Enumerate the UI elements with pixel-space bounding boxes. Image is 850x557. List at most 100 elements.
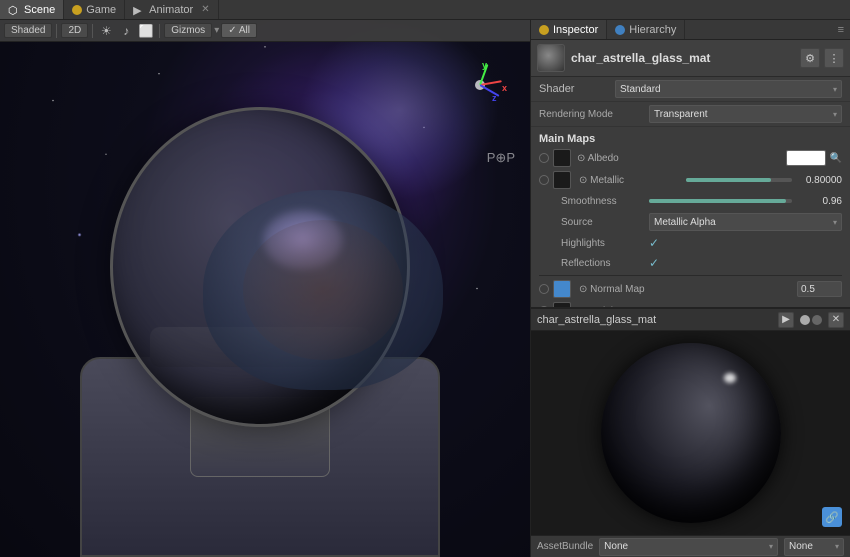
sun-icon[interactable]: ☀	[97, 22, 115, 40]
2d-btn[interactable]: 2D	[61, 23, 88, 38]
metallic-fill	[686, 178, 771, 182]
viewport-toolbar: Shaded 2D ☀ ♪ ⬜ Gizmos ▾ ✓ All	[0, 20, 530, 42]
material-sphere	[601, 343, 781, 523]
albedo-texture[interactable]	[553, 149, 571, 167]
highlights-check[interactable]: ✓	[649, 236, 659, 250]
smoothness-label: Smoothness	[539, 196, 649, 207]
source-dropdown[interactable]: Metallic Alpha ▾	[649, 213, 842, 231]
highlights-label: Highlights	[539, 238, 649, 249]
albedo-circle	[539, 153, 549, 163]
hierarchy-tab-label: Hierarchy	[629, 24, 676, 36]
display-icon[interactable]: ⬜	[137, 22, 155, 40]
shading-btn[interactable]: Shaded	[4, 23, 52, 38]
settings-btn[interactable]: ⚙	[800, 48, 820, 68]
inspector-icon	[539, 25, 549, 35]
toolbar-sep3	[159, 24, 160, 38]
scene-tab[interactable]: ⬡ Scene	[0, 0, 64, 19]
link-icon[interactable]: 🔗	[822, 507, 842, 527]
panel-tabs: Inspector Hierarchy ≡	[531, 20, 850, 40]
albedo-color-swatch[interactable]	[786, 150, 826, 166]
asset-bundle-none-2: None	[789, 541, 813, 552]
normal-map-texture[interactable]	[553, 280, 571, 298]
asset-bundle-row: AssetBundle None ▾ None ▾	[531, 535, 850, 557]
astronaut	[50, 77, 470, 557]
viewport[interactable]: Shaded 2D ☀ ♪ ⬜ Gizmos ▾ ✓ All x y z	[0, 20, 530, 557]
metallic-slider[interactable]	[686, 178, 793, 182]
source-value: Metallic Alpha	[654, 217, 716, 228]
source-arrow: ▾	[833, 218, 837, 227]
gizmos-btn[interactable]: Gizmos	[164, 23, 212, 38]
metallic-row: ⊙ Metallic 0.80000	[539, 169, 842, 191]
smoothness-slider[interactable]	[649, 199, 792, 203]
smoothness-fill	[649, 199, 786, 203]
pp-label: P⊕P	[487, 150, 515, 166]
rendering-mode-value: Transparent	[654, 109, 708, 120]
transform-gizmo[interactable]: x y z	[450, 55, 510, 115]
metallic-texture[interactable]	[553, 171, 571, 189]
inspector-content[interactable]: char_astrella_glass_mat ⚙ ⋮ Shader Stand…	[531, 40, 850, 307]
shader-arrow: ▾	[833, 85, 837, 94]
material-thumbnail	[537, 44, 565, 72]
face-shadow	[243, 220, 403, 360]
component-header: char_astrella_glass_mat ⚙ ⋮	[531, 40, 850, 77]
helmet	[110, 107, 410, 427]
shader-row: Shader Standard ▾	[531, 77, 850, 102]
normal-circle	[539, 284, 549, 294]
smoothness-row: Smoothness 0.96	[539, 191, 842, 211]
rendering-mode-arrow: ▾	[833, 110, 837, 119]
inspector-tab-label: Inspector	[553, 24, 598, 36]
rendering-mode-row: Rendering Mode Transparent ▾	[531, 102, 850, 127]
game-tab[interactable]: Game	[64, 0, 125, 19]
preview-area: char_astrella_glass_mat ▶ ✕ 🔗 AssetBundl…	[531, 307, 850, 557]
preview-canvas[interactable]: 🔗	[531, 331, 850, 535]
metallic-value: 0.80000	[792, 175, 842, 186]
albedo-label: ⊙ Albedo	[575, 153, 786, 164]
scene-tab-label: Scene	[24, 4, 55, 16]
animator-close[interactable]: ✕	[201, 4, 209, 15]
rendering-mode-label: Rendering Mode	[539, 109, 649, 120]
asset-bundle-dropdown-2[interactable]: None ▾	[784, 538, 844, 556]
normal-map-label: ⊙ Normal Map	[575, 284, 797, 295]
material-name: char_astrella_glass_mat	[571, 51, 794, 65]
animator-tab[interactable]: ▶ Animator ✕	[125, 0, 218, 19]
kebab-btn[interactable]: ⋮	[824, 48, 844, 68]
normal-map-value[interactable]: 0.5	[797, 281, 842, 297]
shader-select[interactable]: Standard ▾	[615, 80, 842, 98]
reflections-check[interactable]: ✓	[649, 256, 659, 270]
preview-play-btn[interactable]: ▶	[778, 312, 794, 328]
scene-icon: ⬡	[8, 4, 20, 16]
game-icon	[72, 5, 82, 15]
animator-icon: ▶	[133, 4, 145, 16]
top-tab-bar: ⬡ Scene Game ▶ Animator ✕	[0, 0, 850, 20]
preview-dots	[800, 315, 822, 325]
highlights-row: Highlights ✓	[539, 233, 842, 253]
divider	[539, 275, 842, 276]
hierarchy-tab[interactable]: Hierarchy	[607, 20, 685, 39]
preview-dot-2	[812, 315, 822, 325]
eyedropper-icon[interactable]: 🔍	[830, 153, 842, 164]
right-panel: Inspector Hierarchy ≡ char_astrella_glas…	[530, 20, 850, 557]
normal-map-row: ⊙ Normal Map 0.5	[539, 278, 842, 300]
height-map-row: ⊙ Height Map	[539, 300, 842, 307]
reflections-label: Reflections	[539, 258, 649, 269]
metallic-label: ⊙ Metallic	[575, 175, 686, 186]
preview-title: char_astrella_glass_mat	[537, 314, 772, 326]
all-btn[interactable]: ✓ All	[221, 23, 257, 38]
audio-icon[interactable]: ♪	[117, 22, 135, 40]
hierarchy-icon	[615, 25, 625, 35]
sphere-highlight	[724, 373, 736, 383]
helmet-visor	[203, 190, 443, 390]
gizmos-arrow: ▾	[214, 25, 219, 36]
rendering-mode-dropdown[interactable]: Transparent ▾	[649, 105, 842, 123]
shader-value: Standard	[620, 84, 661, 95]
metallic-circle	[539, 175, 549, 185]
source-row: Source Metallic Alpha ▾	[539, 211, 842, 233]
preview-dot-1	[800, 315, 810, 325]
panel-close-btn[interactable]: ≡	[832, 20, 850, 39]
gizmo-x-label: x	[502, 83, 507, 93]
preview-close-btn[interactable]: ✕	[828, 312, 844, 328]
inspector-tab[interactable]: Inspector	[531, 20, 607, 39]
preview-header: char_astrella_glass_mat ▶ ✕	[531, 309, 850, 331]
smoothness-value: 0.96	[792, 196, 842, 207]
asset-bundle-dropdown-1[interactable]: None ▾	[599, 538, 778, 556]
